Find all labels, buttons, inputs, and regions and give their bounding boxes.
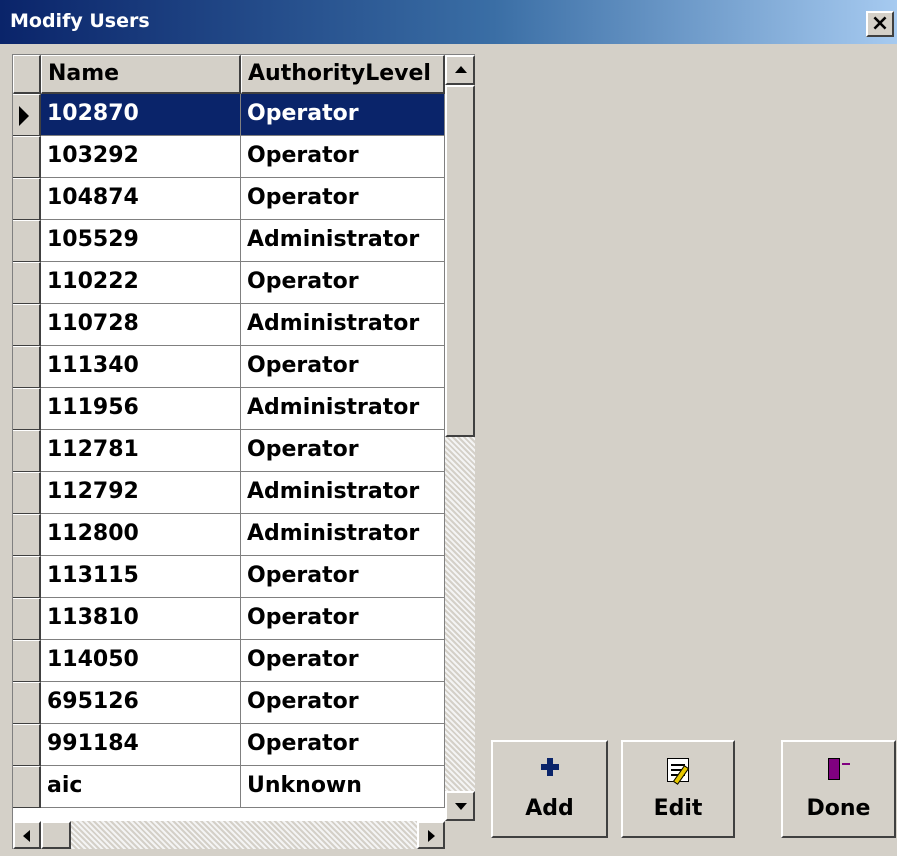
- scroll-down-button[interactable]: [445, 791, 475, 821]
- cell-name[interactable]: 105529: [41, 220, 241, 262]
- cell-name[interactable]: 695126: [41, 682, 241, 724]
- cell-name[interactable]: 110728: [41, 304, 241, 346]
- cell-authority-level[interactable]: Operator: [241, 136, 445, 178]
- row-selector[interactable]: [13, 94, 41, 136]
- edit-button-label: Edit: [653, 796, 703, 821]
- cell-name[interactable]: 111340: [41, 346, 241, 388]
- cell-name[interactable]: 104874: [41, 178, 241, 220]
- window-title: Modify Users: [10, 10, 150, 32]
- modify-users-window: Modify Users × Name AuthorityLevel 10287…: [0, 0, 897, 856]
- vertical-scrollbar[interactable]: [445, 55, 475, 821]
- scroll-up-button[interactable]: [445, 55, 475, 85]
- cell-authority-level[interactable]: Operator: [241, 262, 445, 304]
- row-selector[interactable]: [13, 346, 41, 388]
- cell-name[interactable]: 991184: [41, 724, 241, 766]
- row-selector[interactable]: [13, 556, 41, 598]
- cell-authority-level[interactable]: Administrator: [241, 304, 445, 346]
- done-button-label: Done: [806, 796, 871, 821]
- cell-authority-level[interactable]: Operator: [241, 346, 445, 388]
- scroll-right-button[interactable]: [417, 821, 445, 849]
- cell-name[interactable]: 102870: [41, 94, 241, 136]
- cell-authority-level[interactable]: Operator: [241, 94, 445, 136]
- cell-name[interactable]: 112781: [41, 430, 241, 472]
- row-selector[interactable]: [13, 304, 41, 346]
- cell-authority-level[interactable]: Operator: [241, 682, 445, 724]
- cell-authority-level[interactable]: Administrator: [241, 472, 445, 514]
- edit-button[interactable]: Edit: [621, 740, 735, 838]
- row-selector-header: [13, 55, 41, 94]
- cell-authority-level[interactable]: Administrator: [241, 220, 445, 262]
- column-header-name[interactable]: Name: [41, 55, 241, 94]
- row-selector[interactable]: [13, 640, 41, 682]
- cell-name[interactable]: 103292: [41, 136, 241, 178]
- cell-name[interactable]: 110222: [41, 262, 241, 304]
- cell-name[interactable]: 113115: [41, 556, 241, 598]
- cell-authority-level[interactable]: Operator: [241, 178, 445, 220]
- plus-icon: [540, 758, 559, 776]
- row-selector[interactable]: [13, 178, 41, 220]
- cell-authority-level[interactable]: Unknown: [241, 766, 445, 808]
- edit-document-icon: [667, 758, 689, 782]
- current-row-arrow-icon: [19, 106, 29, 126]
- cell-authority-level[interactable]: Administrator: [241, 514, 445, 556]
- cell-name[interactable]: 112800: [41, 514, 241, 556]
- cell-name[interactable]: aic: [41, 766, 241, 808]
- close-icon: ×: [870, 11, 890, 36]
- scrollbar-corner: [445, 821, 475, 849]
- row-selector[interactable]: [13, 766, 41, 808]
- done-button[interactable]: Done: [781, 740, 896, 838]
- cell-authority-level[interactable]: Operator: [241, 598, 445, 640]
- scroll-left-button[interactable]: [13, 821, 41, 849]
- row-selector[interactable]: [13, 682, 41, 724]
- cell-authority-level[interactable]: Operator: [241, 430, 445, 472]
- vertical-scroll-thumb[interactable]: [445, 85, 475, 437]
- arrow-down-icon: [455, 803, 467, 810]
- arrow-right-icon: [428, 830, 435, 842]
- close-button[interactable]: ×: [866, 11, 894, 37]
- arrow-up-icon: [455, 66, 467, 73]
- horizontal-scrollbar[interactable]: [13, 821, 445, 849]
- cell-name[interactable]: 112792: [41, 472, 241, 514]
- cell-authority-level[interactable]: Operator: [241, 556, 445, 598]
- cell-name[interactable]: 114050: [41, 640, 241, 682]
- row-selector[interactable]: [13, 388, 41, 430]
- row-selector[interactable]: [13, 598, 41, 640]
- exit-door-icon: [827, 758, 850, 780]
- row-selector[interactable]: [13, 136, 41, 178]
- cell-authority-level[interactable]: Operator: [241, 724, 445, 766]
- title-bar[interactable]: Modify Users ×: [0, 0, 897, 44]
- users-grid[interactable]: Name AuthorityLevel 102870 Operator 103292…: [12, 54, 475, 849]
- horizontal-scroll-thumb[interactable]: [41, 821, 71, 849]
- row-selector[interactable]: [13, 472, 41, 514]
- row-selector[interactable]: [13, 514, 41, 556]
- row-selector[interactable]: [13, 724, 41, 766]
- cell-name[interactable]: 111956: [41, 388, 241, 430]
- add-button-label: Add: [525, 796, 574, 821]
- cell-name[interactable]: 113810: [41, 598, 241, 640]
- add-button[interactable]: Add: [491, 740, 608, 838]
- row-selector[interactable]: [13, 430, 41, 472]
- row-selector[interactable]: [13, 262, 41, 304]
- column-header-authority-level[interactable]: AuthorityLevel: [241, 55, 445, 94]
- cell-authority-level[interactable]: Operator: [241, 640, 445, 682]
- arrow-left-icon: [23, 830, 30, 842]
- cell-authority-level[interactable]: Administrator: [241, 388, 445, 430]
- row-selector[interactable]: [13, 220, 41, 262]
